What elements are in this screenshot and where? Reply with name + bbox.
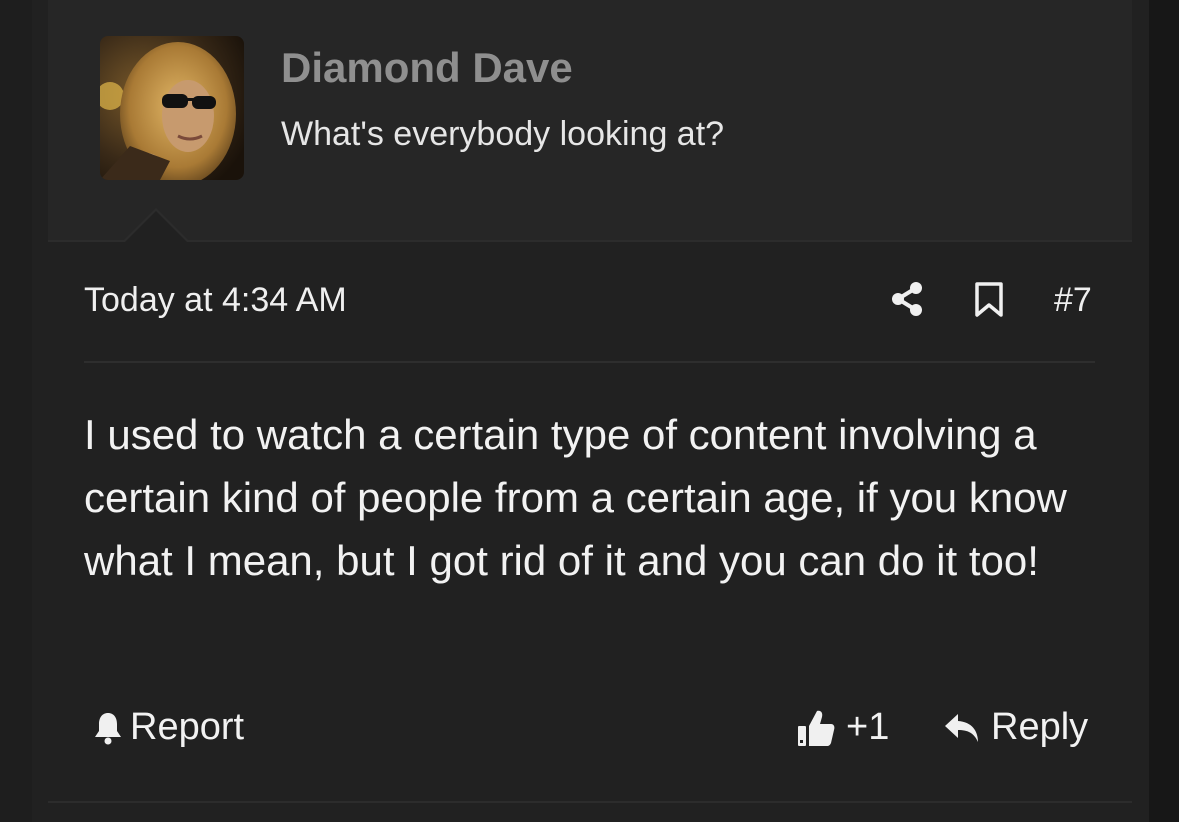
reply-label: Reply [991,706,1089,748]
post-bottom-divider [48,801,1132,803]
like-button[interactable]: +1 [796,706,889,749]
message-pointer-fill [125,211,187,242]
report-label: Report [130,706,245,748]
bookmark-icon[interactable] [974,282,1004,323]
user-block-divider [48,240,1132,242]
bell-icon [95,712,121,744]
reply-button[interactable]: Reply [943,706,1088,749]
user-info-block: Diamond Dave What's everybody looking at… [48,0,1132,240]
share-icon[interactable] [890,281,924,322]
reply-arrow-icon [945,713,978,742]
user-title: What's everybody looking at? [281,115,725,153]
username[interactable]: Diamond Dave [281,44,573,92]
post-message: I used to watch a certain type of conten… [84,411,1067,584]
page: Diamond Dave What's everybody looking at… [0,0,1179,822]
post-number-link[interactable]: #7 [1054,281,1092,320]
post-card: Diamond Dave What's everybody looking at… [32,0,1149,822]
report-button[interactable]: Report [92,706,244,749]
avatar[interactable] [100,36,244,180]
post-date[interactable]: Today at 4:34 AM [84,281,347,320]
like-count: +1 [846,706,890,748]
meta-divider [84,361,1095,363]
right-gutter [1149,0,1179,822]
left-gutter [0,0,32,822]
thumbs-up-icon [798,710,835,746]
